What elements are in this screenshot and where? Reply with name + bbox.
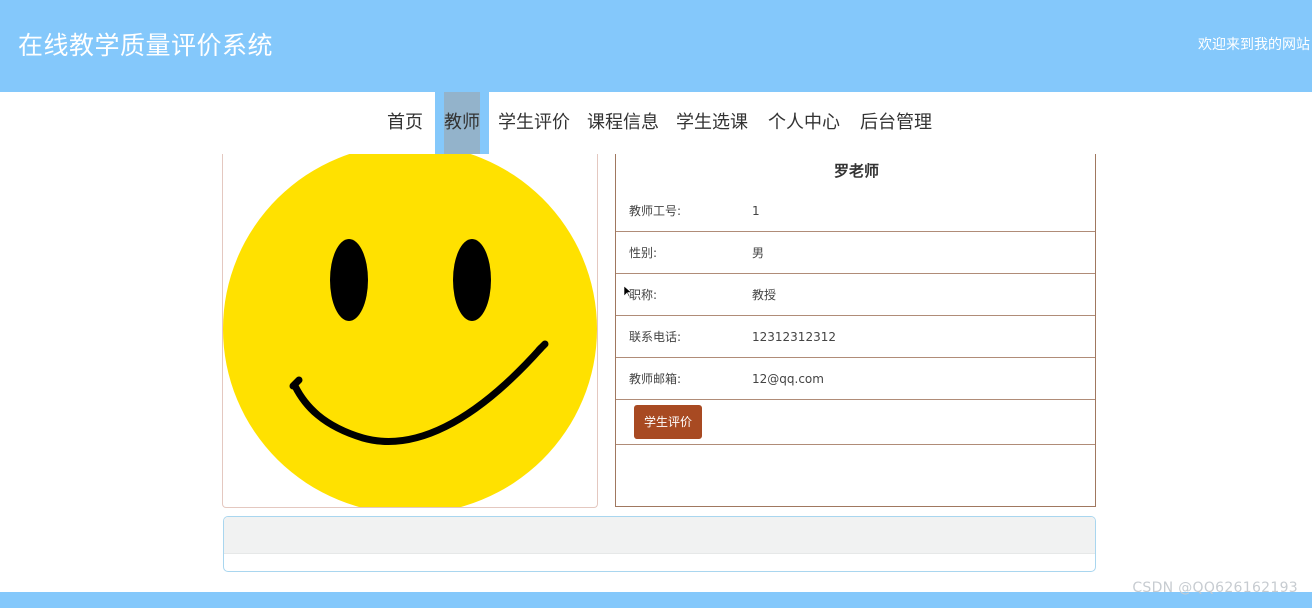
- nav-item-course-selection[interactable]: 学生选课: [676, 92, 748, 154]
- watermark-text: CSDN @QQ626162193: [1132, 580, 1298, 596]
- site-header: 在线教学质量评价系统 欢迎来到我的网站: [0, 0, 1312, 92]
- info-row-id: 教师工号: 1: [616, 190, 1095, 232]
- info-value-title: 教授: [752, 288, 777, 302]
- mouse-cursor-icon: [624, 286, 632, 298]
- info-label-phone: 联系电话:: [629, 330, 682, 344]
- info-label-title: 职称:: [629, 288, 658, 302]
- info-value-id: 1: [752, 204, 760, 218]
- site-title: 在线教学质量评价系统: [18, 31, 274, 60]
- info-row-gender: 性别: 男: [616, 232, 1095, 274]
- teacher-info-card: 罗老师 教师工号: 1 性别: 男 职称: 教授 联系电话: 123123123…: [615, 154, 1096, 507]
- nav-item-teacher[interactable]: 教师: [444, 92, 480, 154]
- panel-heading: [224, 517, 1095, 554]
- main-nav: 首页 教师 学生评价 课程信息 学生选课 个人中心 后台管理: [0, 92, 1312, 154]
- info-row-title: 职称: 教授: [616, 274, 1095, 316]
- info-row-email: 教师邮箱: 12@qq.com: [616, 358, 1095, 400]
- smiley-face-icon: [223, 154, 597, 507]
- info-label-id: 教师工号:: [629, 204, 682, 218]
- teacher-name: 罗老师: [833, 162, 879, 180]
- nav-item-personal-center[interactable]: 个人中心: [768, 92, 840, 154]
- nav-item-home[interactable]: 首页: [387, 92, 423, 154]
- student-evaluation-button[interactable]: 学生评价: [634, 405, 702, 439]
- footer-bar: [0, 592, 1312, 608]
- info-value-gender: 男: [752, 246, 765, 260]
- info-label-gender: 性别:: [629, 246, 658, 260]
- info-row-phone: 联系电话: 12312312312: [616, 316, 1095, 358]
- teacher-photo-card: [222, 154, 598, 508]
- info-label-email: 教师邮箱:: [629, 372, 682, 386]
- nav-item-student-evaluation[interactable]: 学生评价: [498, 92, 570, 154]
- welcome-text: 欢迎来到我的网站: [1198, 37, 1310, 53]
- nav-item-admin[interactable]: 后台管理: [860, 92, 932, 154]
- nav-item-course-info[interactable]: 课程信息: [587, 92, 659, 154]
- content-panel: [223, 516, 1096, 572]
- info-value-email: 12@qq.com: [752, 372, 824, 386]
- info-value-phone: 12312312312: [752, 330, 836, 344]
